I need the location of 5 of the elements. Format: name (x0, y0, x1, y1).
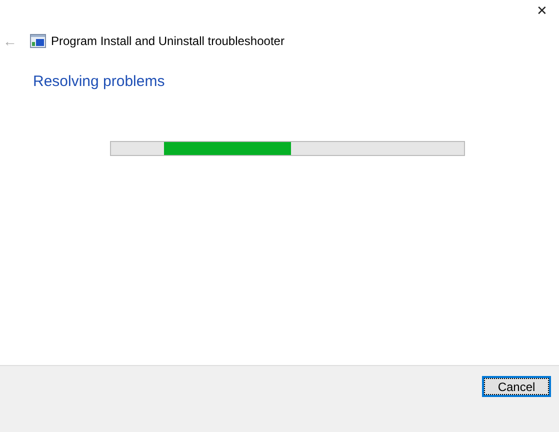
window-title: Program Install and Uninstall troubleshooter (51, 33, 284, 50)
page-heading: Resolving problems (33, 72, 166, 92)
window-app-icon (30, 34, 46, 48)
cancel-button[interactable]: Cancel (482, 376, 551, 397)
close-button[interactable]: ✕ (525, 0, 559, 22)
